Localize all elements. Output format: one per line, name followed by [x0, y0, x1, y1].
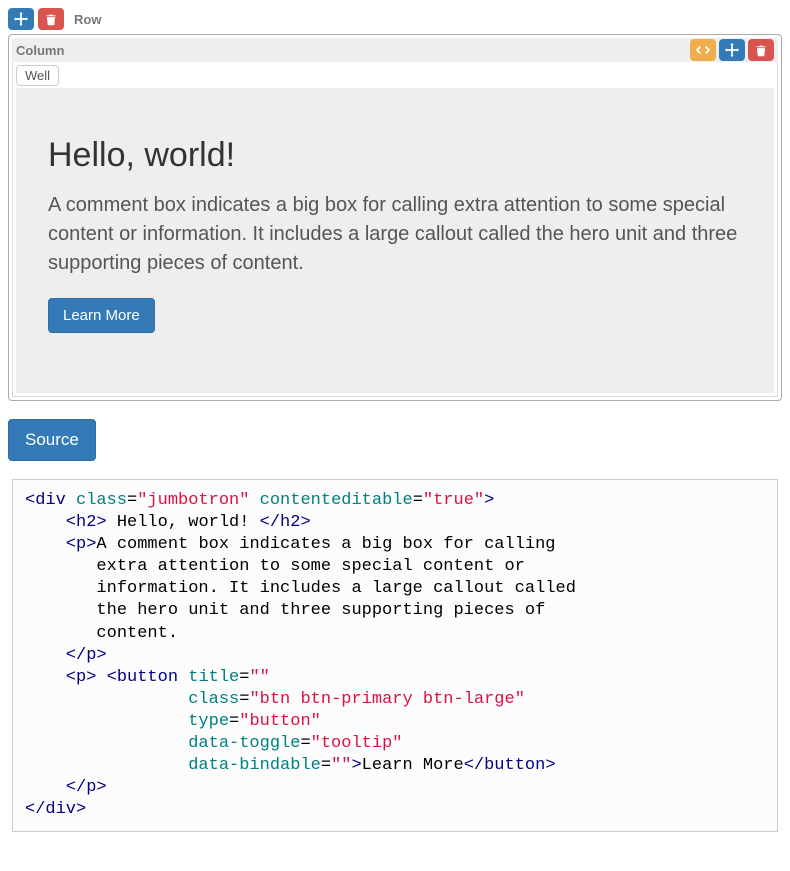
move-icon[interactable] [8, 8, 34, 30]
code-icon[interactable] [690, 39, 716, 61]
jumbotron-paragraph: A comment box indicates a big box for ca… [48, 191, 742, 278]
trash-icon[interactable] [38, 8, 64, 30]
source-button[interactable]: Source [8, 419, 96, 461]
column-body: Well Hello, world! A comment box indicat… [12, 62, 778, 397]
column-label: Column [16, 43, 64, 58]
well-tag[interactable]: Well [16, 65, 59, 86]
jumbotron: Hello, world! A comment box indicates a … [16, 88, 774, 393]
source-code: <div class="jumbotron" contenteditable="… [12, 479, 778, 832]
learn-more-button[interactable]: Learn More [48, 298, 155, 333]
row-container: Column Well Hello, world! A comment box … [8, 34, 782, 401]
trash-icon[interactable] [748, 39, 774, 61]
jumbotron-heading: Hello, world! [48, 136, 742, 175]
column-header: Column [12, 38, 778, 62]
row-label: Row [74, 12, 101, 27]
column-actions [690, 39, 774, 61]
move-icon[interactable] [719, 39, 745, 61]
row-toolbar: Row [8, 8, 782, 30]
